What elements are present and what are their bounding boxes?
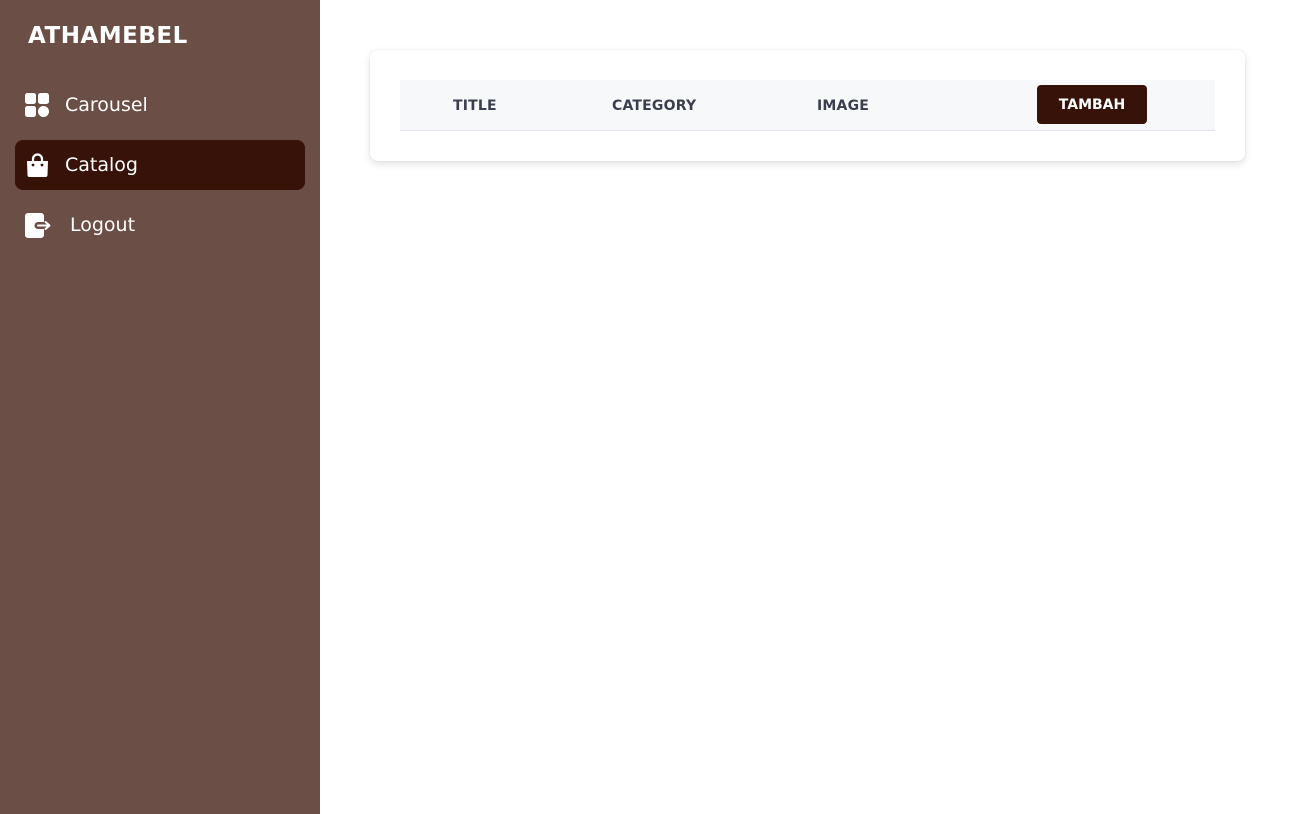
brand-logo: ATHAMEBEL [28,23,188,49]
grid-icon [25,93,50,118]
sidebar-item-catalog[interactable]: Catalog [15,140,305,190]
column-header-title: TITLE [453,98,497,114]
sidebar-item-label: Catalog [65,154,138,176]
shopping-bag-icon [25,153,50,178]
app: ATHAMEBEL Carousel Catalog Logout TITLE … [0,0,1295,814]
column-header-image: IMAGE [817,98,870,114]
sidebar: ATHAMEBEL Carousel Catalog Logout [0,0,320,814]
sidebar-item-carousel[interactable]: Carousel [15,80,305,130]
table-header: TITLE CATEGORY IMAGE TAMBAH [400,80,1215,131]
sidebar-item-label: Logout [70,214,136,236]
logout-icon [25,213,51,238]
column-header-category: CATEGORY [612,98,697,114]
sidebar-item-label: Carousel [65,94,148,116]
add-catalog-button[interactable]: TAMBAH [1037,85,1147,124]
sidebar-item-logout[interactable]: Logout [15,200,305,250]
catalog-table-card: TITLE CATEGORY IMAGE TAMBAH [370,50,1245,161]
